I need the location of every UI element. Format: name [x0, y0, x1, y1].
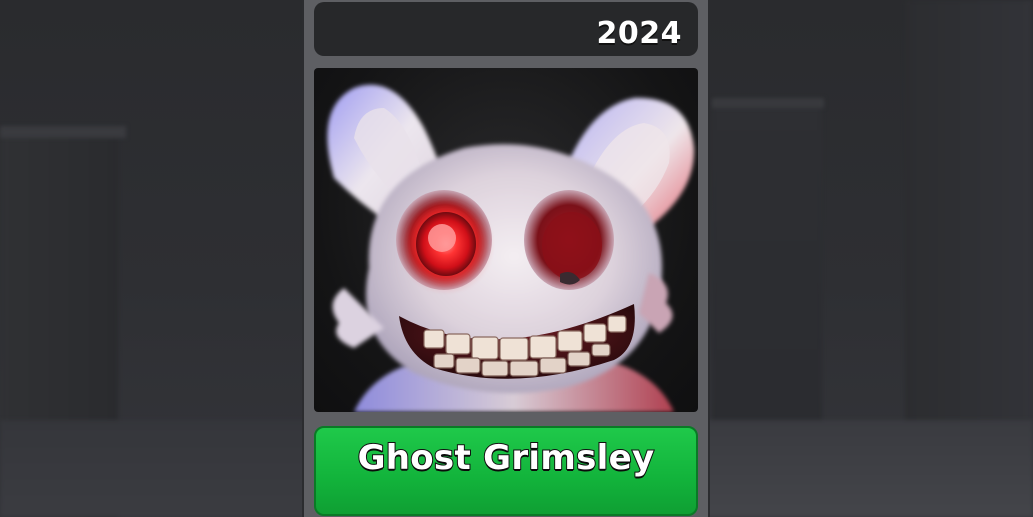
- background-right-floor: [705, 420, 1033, 517]
- background-right-ledge: [712, 98, 824, 108]
- character-portrait: [314, 68, 698, 412]
- background-right-pillar: [712, 100, 822, 430]
- background-left-floor: [0, 420, 310, 517]
- character-card[interactable]: 2024 Ghost Grimsley: [304, 0, 708, 517]
- background-right-wall: [905, 0, 1033, 430]
- character-name-label: Ghost Grimsley: [357, 437, 656, 479]
- game-scene: 2024 Ghost Grimsley: [0, 0, 1033, 517]
- character-name-button[interactable]: Ghost Grimsley: [314, 426, 698, 516]
- background-left-ledge: [0, 126, 126, 138]
- right-eye: [542, 212, 602, 280]
- left-eye-highlight: [428, 224, 456, 252]
- ghost-bunny-portrait: [327, 84, 695, 412]
- year-bar: 2024: [314, 2, 698, 56]
- year-label: 2024: [596, 16, 682, 51]
